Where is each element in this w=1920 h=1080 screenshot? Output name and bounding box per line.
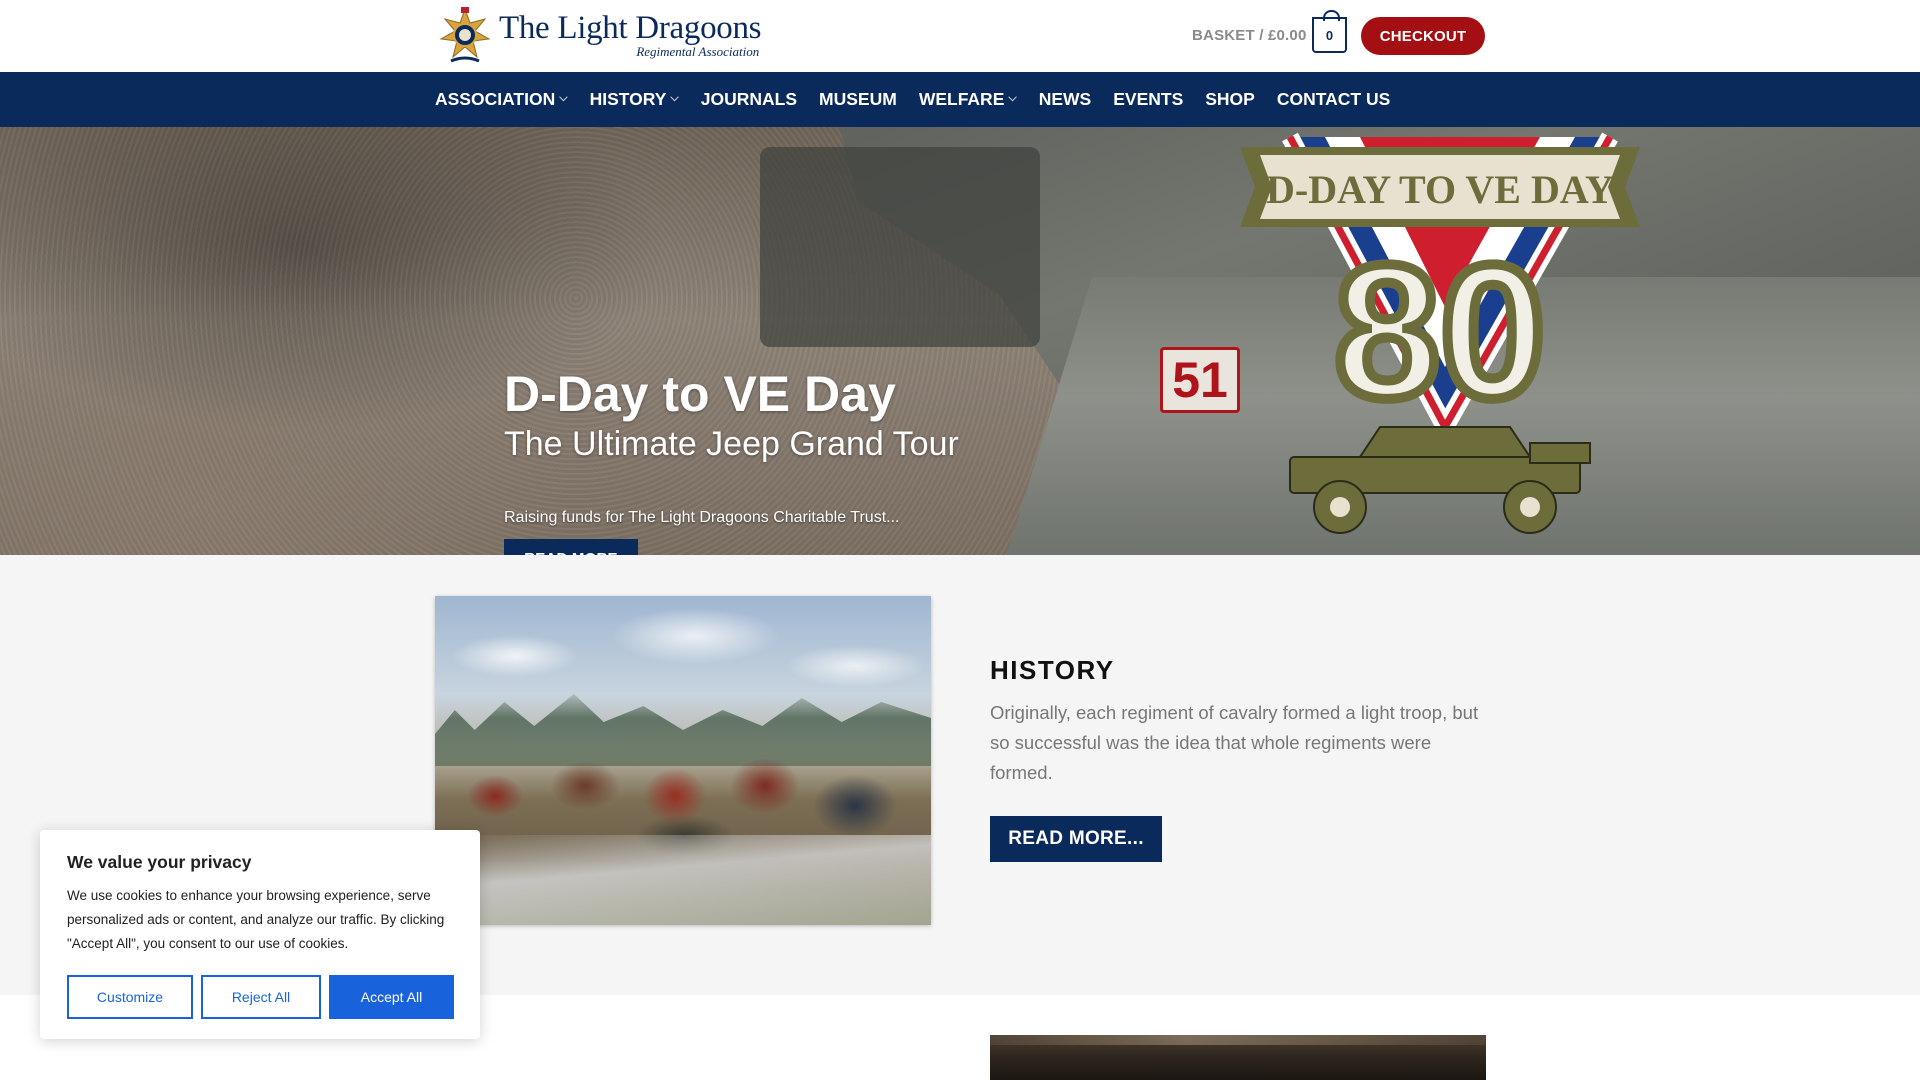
history-read-more-button[interactable]: READ MORE... <box>990 816 1162 862</box>
logo-subtitle: Regimental Association <box>636 43 760 59</box>
nav-item-welfare[interactable]: WELFARE ⌵ <box>919 89 1017 110</box>
history-painting-image <box>435 596 931 925</box>
cookie-text: We use cookies to enhance your browsing … <box>67 888 445 951</box>
hero-subtitle: The Ultimate Jeep Grand Tour <box>504 425 959 463</box>
chevron-down-icon: ⌵ <box>1008 92 1017 104</box>
nav-item-label: SHOP <box>1205 89 1255 109</box>
hero-slider: 51 D-DAY TO VE DAY 80 D-Day to VE Day Th… <box>0 127 1920 555</box>
nav-item-news[interactable]: NEWS <box>1039 89 1092 110</box>
cookie-accept-all-button[interactable]: Accept All <box>329 975 454 1019</box>
museum-image <box>990 1035 1486 1080</box>
history-content: HISTORY Originally, each regiment of cav… <box>990 655 1490 862</box>
nav-item-history[interactable]: HISTORY ⌵ <box>590 89 679 110</box>
vehicle-number-plate: 51 <box>1160 347 1240 413</box>
nav-item-label: HISTORY <box>589 89 667 109</box>
nav-item-label: JOURNALS <box>700 89 798 109</box>
basket-bag-icon[interactable]: 0 <box>1312 10 1347 53</box>
cookie-customize-button[interactable]: Customize <box>67 975 193 1019</box>
site-logo[interactable]: The Light Dragoons Regimental Associatio… <box>437 5 762 65</box>
emblem-number: 80 <box>1334 226 1545 438</box>
chevron-down-icon: ⌵ <box>559 92 568 104</box>
site-header: The Light Dragoons Regimental Associatio… <box>0 0 1920 72</box>
jeep-silhouette-icon <box>1289 426 1591 534</box>
nav-item-label: EVENTS <box>1113 89 1184 109</box>
hero-description: Raising funds for The Light Dragoons Cha… <box>504 509 900 526</box>
nav-item-label: ASSOCIATION <box>435 89 556 109</box>
basket-link[interactable]: BASKET / £0.00 <box>1192 27 1307 44</box>
hero-read-more-button[interactable]: READ MORE <box>504 539 638 555</box>
nav-item-contact-us[interactable]: CONTACT US <box>1277 89 1390 110</box>
nav-item-label: NEWS <box>1038 89 1092 109</box>
nav-item-events[interactable]: EVENTS <box>1113 89 1183 110</box>
hero-caption: D-Day to VE Day The Ultimate Jeep Grand … <box>504 367 1064 555</box>
nav-item-label: MUSEUM <box>819 89 897 109</box>
nav-item-journals[interactable]: JOURNALS <box>701 89 797 110</box>
chevron-down-icon: ⌵ <box>670 92 679 104</box>
nav-item-label: WELFARE <box>918 89 1005 109</box>
emblem-banner-text: D-DAY TO VE DAY <box>1266 167 1614 212</box>
history-body: Originally, each regiment of cavalry for… <box>990 702 1479 783</box>
hero-title: D-Day to VE Day <box>504 366 896 422</box>
nav-item-association[interactable]: ASSOCIATION ⌵ <box>435 89 568 110</box>
nav-item-label: CONTACT US <box>1276 89 1391 109</box>
cookie-reject-all-button[interactable]: Reject All <box>201 975 321 1019</box>
regimental-crest-icon <box>437 5 493 65</box>
cookie-consent-banner: We value your privacy We use cookies to … <box>40 830 480 1039</box>
logo-title: The Light Dragoons <box>499 9 762 46</box>
cookie-title: We value your privacy <box>67 852 252 872</box>
nav-menu: ASSOCIATION ⌵ HISTORY ⌵ JOURNALS MUSEUM WELFAR… <box>435 72 1412 127</box>
main-navigation: ASSOCIATION ⌵ HISTORY ⌵ JOURNALS MUSEUM WELFAR… <box>0 72 1920 127</box>
nav-item-museum[interactable]: MUSEUM <box>819 89 897 110</box>
dday-ve-day-80-emblem: D-DAY TO VE DAY 80 <box>1240 132 1640 534</box>
checkout-button[interactable]: CHECKOUT <box>1361 17 1485 55</box>
basket-count: 0 <box>1325 27 1334 43</box>
history-title: HISTORY <box>990 655 1115 685</box>
nav-item-shop[interactable]: SHOP <box>1205 89 1255 110</box>
